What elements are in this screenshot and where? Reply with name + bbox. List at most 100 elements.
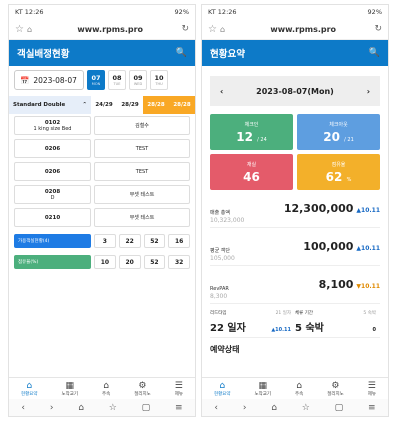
nav-label: 노작교기 [254, 391, 272, 397]
metric-label: 매출 총액 [210, 210, 230, 216]
bottom-nav: ⌂ 현황요약 ▦ 노작교기 ⌂ 주속 ⚙ 절리지노 ☰ 제뉴 [9, 377, 195, 399]
url-field[interactable]: www.rpms.pro [232, 25, 374, 34]
summary-value: 52 [143, 234, 166, 248]
tabs-icon[interactable]: ▢ [142, 403, 151, 413]
nav-item-2[interactable]: ▦ 노작교기 [254, 381, 271, 397]
metric-change: ▲10.11 [356, 245, 380, 252]
tabs-icon[interactable]: ▢ [335, 403, 344, 413]
system-nav: ‹ › ⌂ ☆ ▢ ≡ [9, 399, 195, 416]
room-type-row[interactable]: Standard Double ⌃ 24/29 28/29 28/28 28/2… [9, 96, 195, 114]
home-icon[interactable]: ⌂ [27, 25, 39, 34]
tile-checkin[interactable]: 체크인 12 / 24 [210, 114, 293, 150]
chevron-up-icon: ⌃ [82, 102, 87, 108]
date-navigator: ‹ 2023-08-07(Mon) › [210, 76, 380, 106]
nav-item-3[interactable]: ⌂ 주속 [102, 381, 110, 397]
tile-value: 12 [236, 129, 253, 144]
nav-menu[interactable]: ☰ 제뉴 [368, 381, 376, 397]
metric-prev: 105,000 [210, 255, 235, 262]
guest-cell[interactable]: 부셋 테스트 [94, 185, 190, 204]
tile-label: 점유율 [331, 161, 346, 168]
tile-stay[interactable]: 재실 46 [210, 154, 293, 190]
guest-cell[interactable]: TEST [94, 139, 190, 158]
forward-icon[interactable]: › [50, 403, 54, 413]
home-icon[interactable]: ⌂ [220, 25, 232, 34]
page-title: 현황요약 [210, 49, 245, 60]
room-number-text: 0206 [44, 168, 61, 175]
tile-checkout[interactable]: 체크아웃 20 / 21 [297, 114, 380, 150]
room-count: 24/29 [95, 102, 113, 108]
star-icon[interactable]: ☆ [208, 24, 220, 35]
room-number-text: 0210 [44, 214, 61, 221]
menu-icon: ☰ [367, 380, 376, 391]
star-icon[interactable]: ☆ [109, 403, 117, 413]
room-number[interactable]: 0102 1 king size Bed [14, 116, 91, 135]
day-tab-3[interactable]: 10 THU [150, 70, 168, 90]
room-number[interactable]: 0206 [14, 139, 91, 158]
guest-cell[interactable]: TEST [94, 162, 190, 181]
star-icon[interactable]: ☆ [302, 403, 310, 413]
tile-sub: % [346, 176, 352, 183]
stay-extra: 5 숙박 [363, 311, 376, 316]
current-date: 2023-08-07(Mon) [256, 86, 334, 96]
url-field[interactable]: www.rpms.pro [39, 25, 181, 34]
guest-cell[interactable]: 김철수 [94, 116, 190, 135]
home-icon[interactable]: ⌂ [78, 403, 84, 413]
nav-label: 절리지노 [327, 391, 344, 397]
reload-icon[interactable]: ↻ [181, 24, 189, 34]
room-sub: D [50, 194, 55, 201]
nav-summary[interactable]: ⌂ 현황요약 [214, 381, 231, 397]
search-icon[interactable]: 🔍 [176, 48, 187, 58]
next-day-icon[interactable]: › [367, 87, 370, 96]
prev-day-icon[interactable]: ‹ [220, 87, 223, 96]
summary-value: 16 [168, 234, 190, 248]
summary-value: 22 [118, 234, 141, 248]
tile-label: 체크인 [244, 121, 259, 128]
room-type-name[interactable]: Standard Double ⌃ [9, 96, 91, 114]
forward-icon[interactable]: › [243, 403, 247, 413]
leadtime-value: 22 일자 [210, 323, 246, 334]
nav-item-2[interactable]: ▦ 노작교기 [61, 381, 78, 397]
back-icon[interactable]: ‹ [21, 403, 25, 413]
guest-cell[interactable]: 부셋 테스트 [94, 208, 190, 227]
menu-icon[interactable]: ≡ [368, 403, 376, 413]
nav-item-3[interactable]: ⌂ 주속 [295, 381, 303, 397]
metric-label: 평균 객단 [210, 248, 230, 254]
tile-sub: / 24 [257, 136, 267, 143]
date-picker[interactable]: 📅 2023-08-07 [14, 70, 84, 90]
home-icon: ⌂ [219, 380, 226, 391]
date-bar: 📅 2023-08-07 07 MON 08 TUE 09 WED 10 THU [9, 66, 195, 94]
day-label: TUE [113, 82, 121, 86]
day-num: 08 [112, 74, 122, 82]
room-number[interactable]: 0210 [14, 208, 91, 227]
search-icon[interactable]: 🔍 [369, 48, 380, 58]
nav-item-4[interactable]: ⚙ 절리지노 [134, 381, 151, 397]
day-tab-1[interactable]: 08 TUE [108, 70, 126, 90]
day-tab-2[interactable]: 09 WED [129, 70, 147, 90]
leadtime-stay-row: 리드타임 21 일자 22 일자 ▲10.11 체류 기간 5 숙박 5 숙박 0 [210, 304, 380, 338]
star-icon[interactable]: ☆ [15, 24, 27, 35]
nav-summary[interactable]: ⌂ 현황요약 [21, 381, 38, 397]
stay-col: 체류 기간 5 숙박 5 숙박 0 [295, 310, 380, 337]
metric-prev: 10,323,000 [210, 217, 245, 224]
tile-label: 체크아웃 [329, 121, 348, 128]
nav-item-4[interactable]: ⚙ 절리지노 [327, 381, 344, 397]
tile-occupancy[interactable]: 점유율 62 % [297, 154, 380, 190]
room-number[interactable]: 0206 [14, 162, 91, 181]
room-count: 28/28 [169, 96, 195, 114]
menu-icon[interactable]: ≡ [175, 403, 183, 413]
room-number[interactable]: 0208 D [14, 185, 91, 204]
home-icon[interactable]: ⌂ [271, 403, 277, 413]
nav-label: 노작교기 [61, 391, 79, 397]
metric-value: 8,100 [318, 278, 354, 291]
room-row: 0208 D 부셋 테스트 [9, 183, 195, 206]
tile-value: 46 [243, 169, 260, 184]
day-label: THU [155, 82, 163, 86]
leadtime-label: 리드타임 [210, 311, 227, 316]
day-tab-0[interactable]: 07 MON [87, 70, 105, 90]
nav-label: 제뉴 [367, 391, 376, 397]
settings-icon: ⚙ [331, 380, 340, 391]
reload-icon[interactable]: ↻ [374, 24, 382, 34]
back-icon[interactable]: ‹ [214, 403, 218, 413]
nav-label: 현황요약 [20, 391, 38, 397]
nav-menu[interactable]: ☰ 제뉴 [175, 381, 183, 397]
